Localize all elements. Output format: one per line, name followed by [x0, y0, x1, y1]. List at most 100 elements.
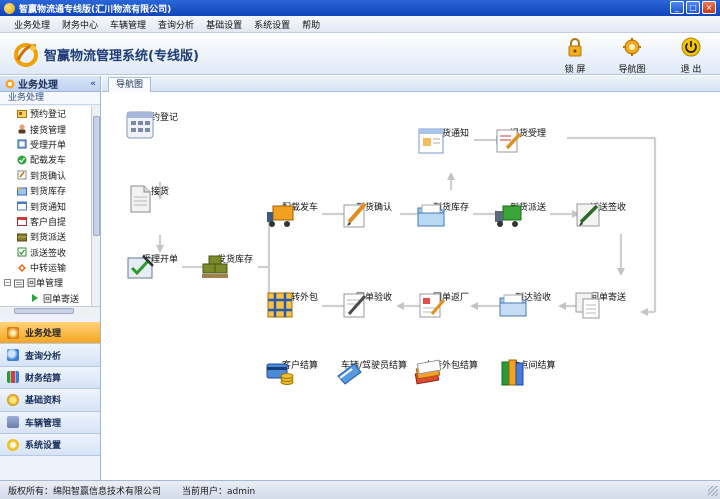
report-pen-icon: [419, 293, 446, 318]
node-customer-settlement[interactable]: 客户结算: [265, 358, 335, 385]
menu-finance[interactable]: 财务中心: [56, 18, 104, 31]
menu-bar: 业务处理 财务中心 车辆管理 查询分析 基础设置 系统设置 帮助: [0, 16, 720, 33]
exit-label: 退 出: [680, 65, 702, 75]
system-title: 智赢物流管理系统(专线版): [44, 49, 199, 64]
category-business[interactable]: 业务处理: [0, 322, 100, 345]
category-vehicles[interactable]: 车辆管理: [0, 411, 100, 434]
node-delivery[interactable]: 到货派送: [493, 200, 563, 227]
node-booking[interactable]: 预约登记: [125, 110, 195, 139]
navigation-map-button[interactable]: 导航图: [612, 37, 652, 75]
tree-item-delivery-sign[interactable]: 派送签收: [0, 245, 91, 260]
self-pickup-icon: [17, 217, 27, 227]
node-receipt-send[interactable]: 回单寄送: [573, 290, 643, 319]
tree-item-dispatch[interactable]: 配载发车: [0, 152, 91, 167]
node-arrival-confirm[interactable]: 到货确认: [339, 200, 409, 228]
magnifier-icon: [7, 349, 19, 362]
category-query[interactable]: 查询分析: [0, 344, 100, 367]
tree-item-booking[interactable]: 预约登记: [0, 106, 91, 121]
navigation-diagram: 预约登记 接货 受理开单 发货库存 配载发车 到货确认 到货库存 到货通知 提货…: [102, 92, 720, 480]
tree-hscroll-thumb[interactable]: [14, 308, 74, 314]
business-tree: 预约登记 接货管理 受理开单 配载发车 到货确认 到货库存 到货通知 客户自提: [0, 106, 91, 306]
maximize-button[interactable]: □: [686, 1, 700, 14]
exit-button[interactable]: 退 出: [671, 37, 711, 75]
app-icon: [4, 2, 15, 14]
tree-horizontal-scrollbar[interactable]: [0, 306, 100, 315]
node-receipt-check[interactable]: 回单验收: [339, 290, 409, 318]
tab-navigation-map[interactable]: 导航图: [108, 77, 152, 92]
tree-item-arrival-notice[interactable]: 到货通知: [0, 198, 91, 213]
pencil-paper-icon: [343, 202, 367, 228]
tree-vscroll-thumb[interactable]: [93, 116, 100, 236]
tree-item-pickup[interactable]: 接货管理: [0, 121, 91, 136]
node-delivery-sign[interactable]: 派送签收: [573, 200, 643, 227]
business-category-icon: [7, 326, 19, 339]
node-arrival-check[interactable]: 到达验收: [498, 290, 568, 317]
category-finance[interactable]: 财务结算: [0, 366, 100, 390]
transfer-icon: [18, 263, 26, 272]
node-receipt-return[interactable]: 回单返厂: [416, 290, 486, 318]
sidebar-sub-header: 业务处理: [0, 92, 100, 105]
minimize-button[interactable]: _: [670, 1, 684, 14]
arrival-stock-icon: [17, 187, 27, 196]
tree-item-receipt-send[interactable]: 回单寄送: [0, 291, 91, 306]
tree-item-delivery[interactable]: 到货派送: [0, 229, 91, 244]
menu-vehicles[interactable]: 车辆管理: [104, 18, 152, 31]
menu-help[interactable]: 帮助: [296, 18, 326, 31]
node-transfer-settlement[interactable]: 中转外包结算: [413, 358, 489, 385]
blue-folder-icon: [499, 294, 527, 317]
category-system-settings[interactable]: 系统设置: [0, 433, 100, 457]
bar-chart-icon: [7, 371, 19, 384]
node-shipping-stock[interactable]: 发货库存: [200, 252, 270, 278]
edit-document-icon: [496, 129, 522, 153]
close-button[interactable]: ×: [702, 1, 716, 14]
node-pickup-accept[interactable]: 提货受理: [493, 126, 563, 153]
node-vehicle-driver-settlement[interactable]: 车辆/驾驶员结算: [334, 358, 414, 385]
tree-expander-icon[interactable]: −: [4, 279, 11, 287]
truck-icon: [267, 205, 294, 227]
receipt-folder-icon: [14, 279, 24, 288]
document-icon: [130, 185, 151, 213]
settings-gear-icon: [7, 438, 19, 451]
power-icon: [681, 37, 701, 57]
menu-system-settings[interactable]: 系统设置: [248, 18, 296, 31]
dispatch-icon: [17, 155, 27, 165]
tree-item-invoice[interactable]: 受理开单: [0, 137, 91, 152]
tree-item-arrival-confirm[interactable]: 到货确认: [0, 168, 91, 183]
card-coins-icon: [266, 363, 294, 385]
checklist-pen-icon: [127, 255, 154, 279]
lock-label: 锁 屏: [564, 65, 586, 75]
sign-pen-icon: [576, 203, 600, 227]
node-dispatch[interactable]: 配载发车: [265, 200, 335, 227]
node-order-accept[interactable]: 受理开单: [125, 252, 195, 279]
delivery-sign-icon: [17, 247, 27, 257]
tree-vertical-scrollbar[interactable]: [91, 106, 100, 306]
menu-business[interactable]: 业务处理: [8, 18, 56, 31]
node-arrival-stock[interactable]: 到货库存: [416, 200, 486, 227]
menu-query[interactable]: 查询分析: [152, 18, 200, 31]
left-sidebar: 业务处理 « 业务处理 预约登记 接货管理 受理开单 配载发车 到货确认 到货库…: [0, 76, 101, 480]
pallet-boxes-icon: [202, 255, 228, 278]
header-banner: 智赢物流管理系统(专线版) 锁 屏 导航图 退 出: [0, 33, 720, 75]
invoice-icon: [17, 139, 27, 149]
category-basic-data[interactable]: 基础资料: [0, 389, 100, 412]
node-station-settlement[interactable]: 站点间结算: [498, 358, 568, 386]
tree-item-transfer[interactable]: 中转运输: [0, 260, 91, 275]
window-titlebar: 智赢物流通专线版(汇川物流有限公司) _ □ ×: [0, 0, 720, 16]
node-arrival-notice[interactable]: 到货通知: [416, 126, 486, 154]
lock-screen-button[interactable]: 锁 屏: [555, 37, 595, 75]
tree-item-self-pickup[interactable]: 客户自提: [0, 214, 91, 229]
flow-connectors: [156, 136, 657, 316]
tree-item-arrival-stock[interactable]: 到货库存: [0, 183, 91, 198]
delivery-icon: [17, 233, 27, 242]
tree-item-receipt-management[interactable]: − 回单管理: [0, 275, 91, 290]
sidebar-collapse-button[interactable]: «: [90, 79, 96, 89]
status-bar: 版权所有：绵阳智赢信息技术有限公司 当前用户：admin: [0, 480, 720, 499]
node-pickup[interactable]: 接货: [125, 184, 195, 213]
grid-frame-icon: [267, 292, 293, 318]
arrival-notice-icon: [17, 201, 27, 211]
node-transfer-outsource[interactable]: 中转外包: [265, 290, 335, 318]
lock-icon: [568, 38, 582, 57]
resize-grip-icon[interactable]: [708, 486, 718, 496]
menu-basic-settings[interactable]: 基础设置: [200, 18, 248, 31]
play-arrow-icon: [32, 294, 38, 303]
